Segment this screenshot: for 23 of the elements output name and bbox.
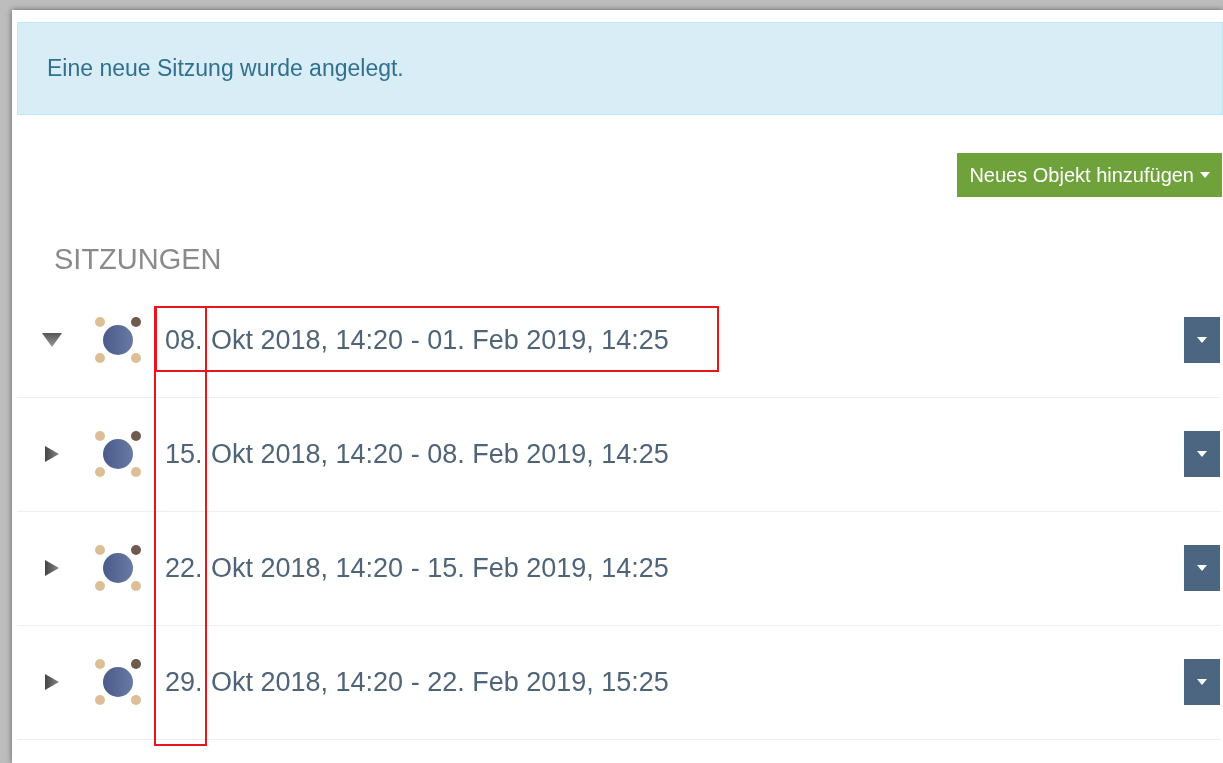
alert-banner: Eine neue Sitzung wurde angelegt.	[17, 22, 1223, 115]
expand-triangle-icon[interactable]	[45, 674, 59, 690]
session-day[interactable]: 29.	[165, 661, 211, 703]
caret-icon	[1197, 337, 1207, 343]
caret-icon	[1200, 172, 1210, 178]
caret-icon	[1197, 451, 1207, 457]
session-date-range[interactable]: Okt 2018, 14:20 - 15. Feb 2019, 14:25	[211, 547, 669, 589]
caret-icon	[1197, 565, 1207, 571]
session-date-range[interactable]: Okt 2018, 14:20 - 22. Feb 2019, 15:25	[211, 661, 669, 703]
session-day[interactable]: 08.	[165, 319, 211, 361]
caret-icon	[1197, 679, 1207, 685]
session-icon	[93, 657, 143, 707]
expand-triangle-icon[interactable]	[45, 446, 59, 462]
section-title: SITZUNGEN	[54, 242, 223, 277]
session-day[interactable]: 15.	[165, 433, 211, 475]
session-icon	[93, 429, 143, 479]
session-day[interactable]: 22.	[165, 547, 211, 589]
session-icon	[93, 543, 143, 593]
session-date-range[interactable]: Okt 2018, 14:20 - 08. Feb 2019, 14:25	[211, 433, 669, 475]
expand-triangle-icon[interactable]	[45, 560, 59, 576]
session-icon	[93, 315, 143, 365]
session-date-range[interactable]: Okt 2018, 14:20 - 01. Feb 2019, 14:25	[211, 319, 669, 361]
collapse-triangle-icon[interactable]	[42, 333, 62, 347]
